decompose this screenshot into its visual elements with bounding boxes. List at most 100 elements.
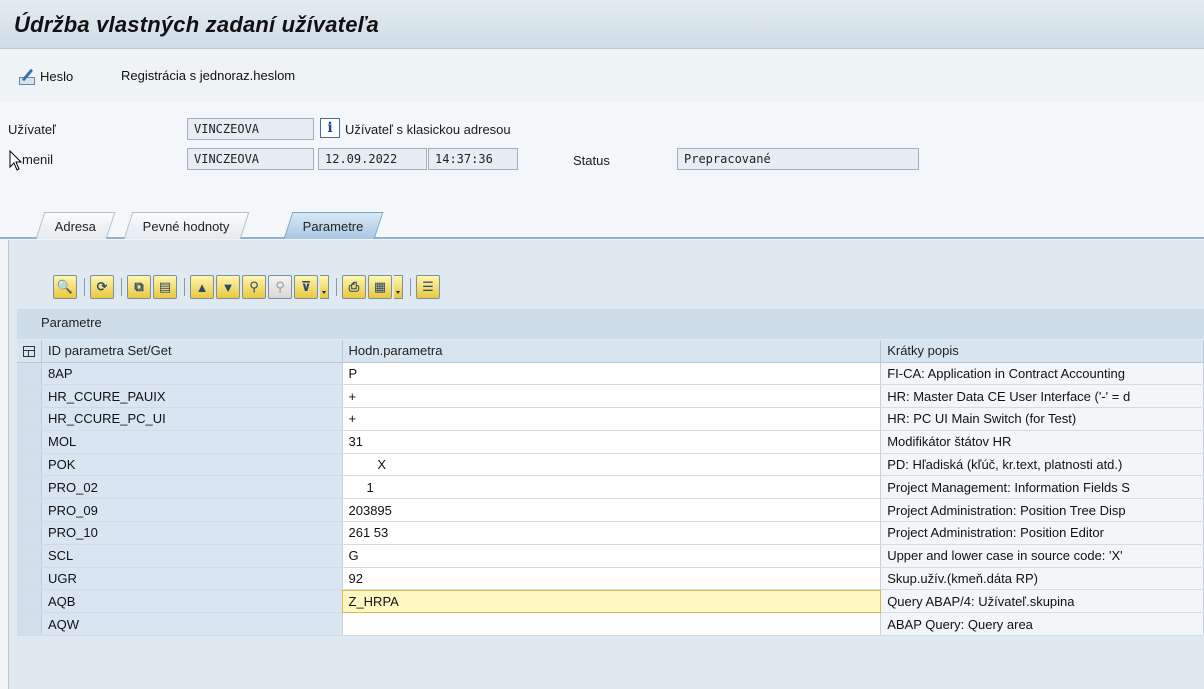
parameters-table: ID parametra Set/Get Hodn.parametra Krát… (17, 340, 1204, 637)
sort-ascending-icon[interactable]: ▲ (190, 275, 214, 299)
param-description-cell: HR: PC UI Main Switch (for Test) (880, 407, 1204, 431)
tab-pevne-hodnoty-label: Pevné hodnoty (142, 219, 230, 234)
paste-icon[interactable]: ▤ (153, 275, 177, 299)
export-dropdown-icon[interactable] (394, 275, 403, 299)
param-id-cell: UGR (41, 567, 343, 591)
param-id-cell: MOL (41, 430, 343, 454)
user-label: Užívateľ (8, 122, 56, 137)
refresh-icon[interactable]: ⟳ (90, 275, 114, 299)
row-selector[interactable] (17, 498, 42, 523)
table-row[interactable]: HR_CCURE_PC_UI + HR: PC UI Main Switch (fo… (17, 407, 1204, 431)
changed-date-field[interactable]: 12.09.2022 (318, 148, 427, 170)
separator (336, 278, 337, 296)
param-value-cell[interactable]: + (342, 407, 882, 431)
param-description-cell: Skup.užív.(kmeň.dáta RP) (880, 567, 1204, 591)
table-row[interactable]: POK X PD: Hľadiská (kľúč, kr.text, platno… (17, 453, 1204, 477)
tab-adresa[interactable]: Adresa (35, 212, 116, 239)
row-selector[interactable] (17, 384, 42, 409)
grid-toolbar: 🔍 ⟳ ⧉ ▤ ▲ ▼ ⚲ ⚲ ⊽ ⎙ ▦ ☰ (53, 273, 442, 301)
tab-parametre[interactable]: Parametre (283, 212, 384, 239)
param-value-cell[interactable]: 31 (342, 430, 882, 454)
separator (121, 278, 122, 296)
select-all-cell[interactable] (17, 340, 42, 363)
table-row[interactable]: PRO_09 203895 Project Administration: Posi… (17, 498, 1204, 523)
row-selector[interactable] (17, 475, 42, 500)
param-id-cell: 8AP (41, 362, 343, 386)
info-icon[interactable]: i (320, 118, 340, 138)
password-button[interactable]: Heslo (18, 68, 74, 85)
param-id-cell: SCL (41, 544, 343, 568)
page-title: Údržba vlastných zadaní užívateľa (14, 12, 379, 37)
print-icon[interactable]: ⎙ (342, 275, 366, 299)
param-value-cell[interactable]: P (342, 362, 882, 386)
separator (184, 278, 185, 296)
table-settings-icon (23, 346, 35, 358)
param-description-cell: Project Administration: Position Editor (880, 521, 1204, 545)
param-value-cell[interactable]: G (342, 544, 882, 568)
row-selector[interactable] (17, 407, 42, 431)
row-selector[interactable] (17, 453, 42, 477)
password-button-label: Heslo (40, 68, 74, 84)
param-id-cell: PRO_10 (41, 521, 343, 545)
row-selector[interactable] (17, 567, 42, 591)
row-selector[interactable] (17, 430, 42, 454)
filter-dropdown-icon[interactable] (320, 275, 329, 299)
table-row[interactable]: SCL G Upper and lower case in source code:… (17, 544, 1204, 568)
filter-icon[interactable]: ⊽ (294, 275, 318, 299)
table-row[interactable]: PRO_02 1 Project Management: Information … (17, 475, 1204, 500)
param-id-cell: HR_CCURE_PC_UI (41, 407, 343, 431)
tab-pevne-hodnoty[interactable]: Pevné hodnoty (123, 212, 250, 239)
param-description-cell: ABAP Query: Query area (880, 612, 1204, 637)
details-icon[interactable]: 🔍 (53, 275, 77, 299)
row-selector[interactable] (17, 589, 42, 614)
param-description-cell: HR: Master Data CE User Interface ('-' =… (880, 384, 1204, 409)
row-selector[interactable] (17, 544, 42, 568)
table-row[interactable]: UGR 92 Skup.užív.(kmeň.dáta RP) (17, 567, 1204, 591)
param-description-cell: Project Management: Information Fields S (880, 475, 1204, 500)
table-row[interactable]: 8AP P FI-CA: Application in Contract Accou… (17, 362, 1204, 386)
user-type-text: Užívateľ s klasickou adresou (345, 122, 511, 137)
separator (84, 278, 85, 296)
param-value-cell[interactable] (342, 612, 882, 637)
table-row[interactable]: PRO_10 261 53 Project Administration: Posi… (17, 521, 1204, 545)
table-row[interactable]: MOL 31 Modifikátor štátov HR (17, 430, 1204, 454)
param-description-cell: Query ABAP/4: Užívateľ.skupina (880, 589, 1204, 614)
param-description-cell: Project Administration: Position Tree Di… (880, 498, 1204, 523)
status-field[interactable]: Prepracované (677, 148, 919, 170)
param-description-cell: Modifikátor štátov HR (880, 430, 1204, 454)
table-row[interactable]: AQB Z_HRPA Query ABAP/4: Užívateľ.skupina (17, 589, 1204, 614)
param-value-cell[interactable]: 261 53 (342, 521, 882, 545)
changed-by-field[interactable]: VINCZEOVA (187, 148, 314, 170)
row-selector[interactable] (17, 362, 42, 386)
export-icon[interactable]: ▦ (368, 275, 392, 299)
param-id-cell: PRO_02 (41, 475, 343, 500)
param-value-cell[interactable]: 203895 (342, 498, 882, 523)
status-label: Status (573, 153, 610, 168)
changed-time-field[interactable]: 14:37:36 (428, 148, 518, 170)
row-selector[interactable] (17, 521, 42, 545)
table-row[interactable]: HR_CCURE_PAUIX + HR: Master Data CE User I… (17, 384, 1204, 409)
param-value-cell[interactable]: 92 (342, 567, 882, 591)
param-value-cell[interactable]: X (342, 453, 882, 477)
row-selector[interactable] (17, 612, 42, 637)
tabstrip: Adresa Pevné hodnoty Parametre (0, 208, 1204, 239)
separator (410, 278, 411, 296)
find-next-icon[interactable]: ⚲ (268, 275, 292, 299)
layout-icon[interactable]: ☰ (416, 275, 440, 299)
table-row[interactable]: AQW ABAP Query: Query area (17, 612, 1204, 637)
column-header-id[interactable]: ID parametra Set/Get (41, 340, 343, 363)
one-time-password-button[interactable]: Registrácia s jednoraz.heslom (121, 68, 295, 83)
param-value-cell[interactable]: 1 (342, 475, 882, 500)
param-id-cell: PRO_09 (41, 498, 343, 523)
column-header-description[interactable]: Krátky popis (880, 340, 1204, 363)
column-header-value[interactable]: Hodn.parametra (342, 340, 882, 363)
grid-title: Parametre (17, 309, 1204, 339)
param-description-cell: FI-CA: Application in Contract Accountin… (880, 362, 1204, 386)
user-field[interactable]: VINCZEOVA (187, 118, 314, 140)
find-icon[interactable]: ⚲ (242, 275, 266, 299)
param-value-cell[interactable]: Z_HRPA (342, 589, 882, 614)
sort-descending-icon[interactable]: ▼ (216, 275, 240, 299)
copy-icon[interactable]: ⧉ (127, 275, 151, 299)
param-value-cell[interactable]: + (342, 384, 882, 409)
tab-adresa-label: Adresa (54, 219, 96, 234)
